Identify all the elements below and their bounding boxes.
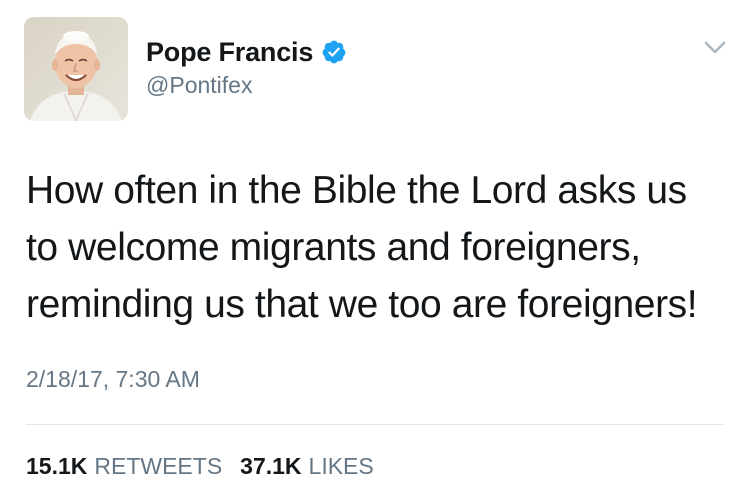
tweet-timestamp[interactable]: 2/18/17, 7:30 AM bbox=[26, 366, 200, 393]
tweet-card: Pope Francis @Pontifex How often in the … bbox=[0, 0, 750, 503]
author-handle[interactable]: @Pontifex bbox=[146, 72, 252, 99]
likes-count: 37.1K bbox=[240, 453, 302, 479]
tweet-text: How often in the Bible the Lord asks us … bbox=[26, 169, 698, 326]
likes-stat[interactable]: 37.1K LIKES bbox=[240, 453, 374, 480]
tweet-stats: 15.1K RETWEETS 37.1K LIKES bbox=[26, 453, 374, 480]
likes-label: LIKES bbox=[308, 453, 374, 479]
verified-badge-icon bbox=[321, 39, 347, 65]
divider bbox=[26, 424, 724, 425]
avatar[interactable] bbox=[24, 17, 128, 121]
author-name-row[interactable]: Pope Francis bbox=[146, 32, 347, 72]
display-name[interactable]: Pope Francis bbox=[146, 37, 313, 68]
retweets-label: RETWEETS bbox=[94, 453, 223, 479]
chevron-down-icon[interactable] bbox=[701, 38, 729, 58]
retweets-stat[interactable]: 15.1K RETWEETS bbox=[26, 453, 222, 480]
retweets-count: 15.1K bbox=[26, 453, 88, 479]
